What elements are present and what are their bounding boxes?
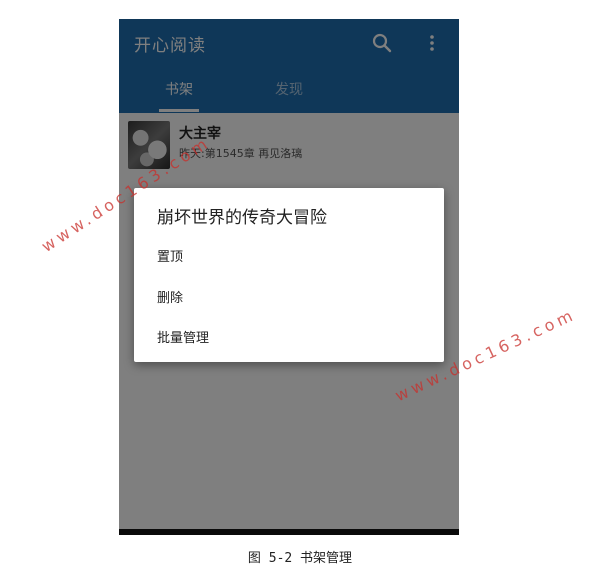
- menu-item-delete[interactable]: 删除: [157, 287, 183, 306]
- system-nav-bar: [119, 529, 459, 535]
- phone-screen: 开心阅读 书架 发现 大主宰 昨天:第1545章 再见洛璃 崩坏世界的传奇大冒险…: [119, 19, 459, 535]
- menu-item-pin-top[interactable]: 置顶: [157, 246, 183, 265]
- context-menu-dialog: 崩坏世界的传奇大冒险 置顶 删除 批量管理: [134, 188, 444, 362]
- figure-caption: 图 5-2 书架管理: [247, 551, 353, 566]
- menu-item-batch-manage[interactable]: 批量管理: [157, 327, 209, 346]
- dialog-title: 崩坏世界的传奇大冒险: [157, 208, 327, 228]
